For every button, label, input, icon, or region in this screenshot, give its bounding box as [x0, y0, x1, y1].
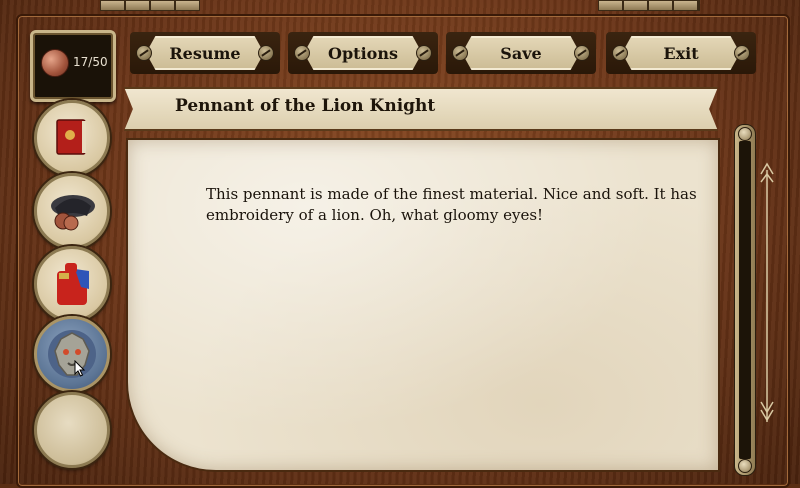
save-button[interactable]: Save: [446, 32, 596, 74]
tab-journal[interactable]: [34, 100, 110, 176]
save-label: Save: [500, 44, 542, 63]
tab-accessories[interactable]: [34, 173, 110, 249]
tab-trophies[interactable]: [34, 316, 110, 392]
top-hinge-right: [598, 0, 700, 11]
book-icon: [56, 119, 86, 155]
scroll-arrows-icon: [760, 162, 774, 422]
tab-empty[interactable]: [34, 392, 110, 468]
scrollbar[interactable]: [734, 124, 756, 476]
scroll-track-inner: [739, 141, 751, 459]
resume-label: Resume: [169, 44, 241, 63]
exit-button[interactable]: Exit: [606, 32, 756, 74]
resume-button[interactable]: Resume: [130, 32, 280, 74]
item-title: Pennant of the Lion Knight: [175, 96, 436, 116]
scroll-down-cap[interactable]: [738, 459, 752, 473]
coin-count: 17/50: [73, 55, 108, 69]
exit-label: Exit: [663, 44, 699, 63]
options-label: Options: [328, 44, 398, 63]
hat-icon: [51, 195, 95, 231]
coin-counter: 17/50: [30, 30, 116, 102]
top-hinge-left: [100, 0, 200, 11]
tab-outfits[interactable]: [34, 246, 110, 322]
coin-icon: [41, 49, 69, 77]
lion-icon: [48, 330, 96, 378]
mouse-cursor-icon: [74, 360, 86, 377]
options-button[interactable]: Options: [288, 32, 438, 74]
scroll-up-cap[interactable]: [738, 127, 752, 141]
uniform-icon: [57, 263, 89, 305]
item-description: This pennant is made of the finest mater…: [206, 185, 697, 224]
